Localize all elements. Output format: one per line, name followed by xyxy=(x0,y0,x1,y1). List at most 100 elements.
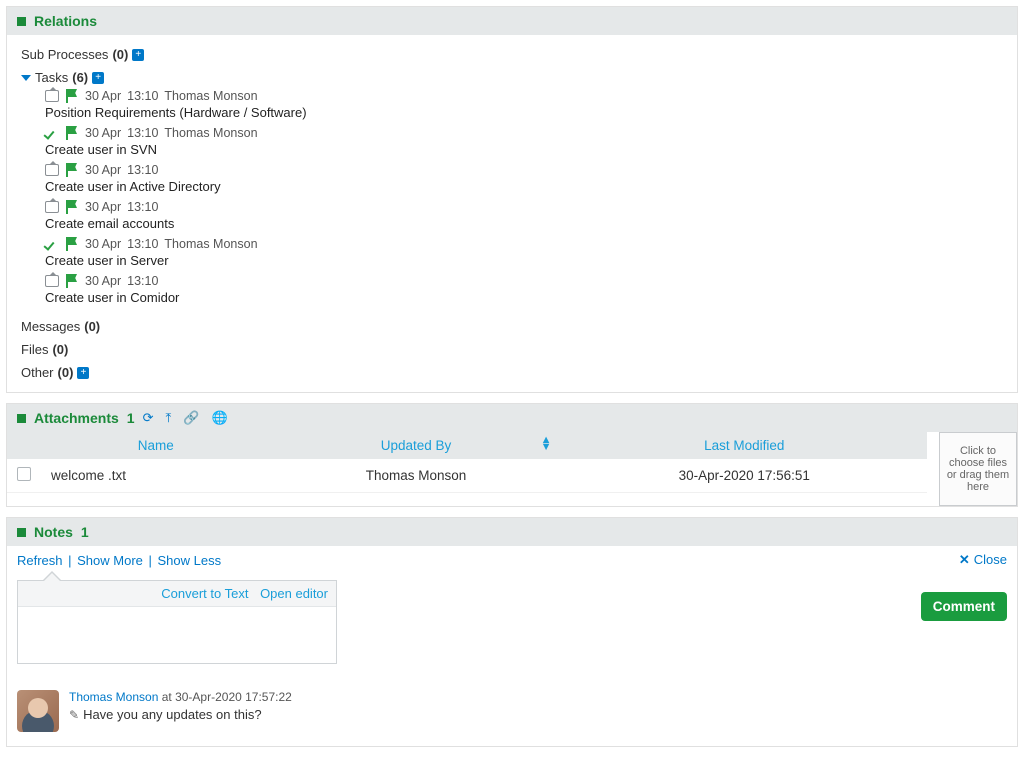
upload-icon[interactable]: ⤒ xyxy=(166,410,172,426)
attachments-title: Attachments xyxy=(34,410,119,426)
task-date: 30 Apr xyxy=(85,200,121,214)
attachments-toolbar: ⟳ ⤒ 🔗 🌐 xyxy=(143,410,228,426)
col-last-modified[interactable]: Last Modified xyxy=(562,432,927,459)
cell-name[interactable]: welcome .txt xyxy=(41,459,270,493)
group-count: (0) xyxy=(58,365,74,380)
refresh-icon[interactable]: ⟳ xyxy=(143,410,154,426)
relations-header[interactable]: Relations xyxy=(7,7,1017,35)
open-editor-link[interactable]: Open editor xyxy=(260,586,328,601)
task-time: 13:10 xyxy=(127,237,158,251)
group-count: (0) xyxy=(52,342,68,357)
notes-title: Notes xyxy=(34,524,73,540)
section-marker-icon xyxy=(17,414,26,423)
sort-icon[interactable]: ▲▼ xyxy=(541,437,552,451)
task-item[interactable]: 30 Apr 13:10 Thomas Monson Position Requ… xyxy=(45,89,1007,120)
table-row[interactable]: welcome .txt Thomas Monson 30-Apr-2020 1… xyxy=(7,459,927,493)
task-time: 13:10 xyxy=(127,200,158,214)
task-date: 30 Apr xyxy=(85,89,121,103)
caret-down-icon[interactable] xyxy=(21,75,31,81)
task-time: 13:10 xyxy=(127,126,158,140)
task-list: 30 Apr 13:10 Thomas Monson Position Requ… xyxy=(45,89,1007,305)
flag-icon xyxy=(65,237,79,251)
col-updated-by[interactable]: Updated By ▲▼ xyxy=(270,432,561,459)
notes-close-link[interactable]: ✕Close xyxy=(959,552,1007,568)
convert-to-text-link[interactable]: Convert to Text xyxy=(161,586,248,601)
notes-show-more-link[interactable]: Show More xyxy=(77,553,157,568)
group-sub-processes: Sub Processes(0) + xyxy=(17,43,1007,66)
attachments-panel: Attachments 1 ⟳ ⤒ 🔗 🌐 Name Updated By xyxy=(6,403,1018,507)
task-status-done-icon xyxy=(45,238,59,250)
group-label[interactable]: Tasks xyxy=(35,70,68,85)
task-time: 13:10 xyxy=(127,274,158,288)
group-label[interactable]: Sub Processes xyxy=(21,47,108,62)
section-marker-icon xyxy=(17,528,26,537)
group-files: Files (0) xyxy=(17,338,1007,361)
group-count: (6) xyxy=(72,70,88,85)
group-label[interactable]: Messages xyxy=(21,319,80,334)
group-label[interactable]: Other xyxy=(21,365,54,380)
avatar[interactable] xyxy=(17,690,59,732)
section-marker-icon xyxy=(17,17,26,26)
task-item[interactable]: 30 Apr 13:10 Create email accounts xyxy=(45,200,1007,231)
notes-links-row: Refresh Show More Show Less ✕Close xyxy=(7,546,1017,574)
note-compose-box: Convert to Text Open editor xyxy=(17,580,337,664)
attachments-body: Name Updated By ▲▼ Last Modified welcome… xyxy=(7,432,1017,506)
task-date: 30 Apr xyxy=(85,126,121,140)
flag-icon xyxy=(65,200,79,214)
task-status-open-icon xyxy=(45,275,59,287)
close-icon: ✕ xyxy=(959,552,970,567)
link-icon[interactable]: 🔗 xyxy=(183,410,199,426)
note-compose-area: Convert to Text Open editor Comment xyxy=(7,574,1017,688)
task-title: Create user in Comidor xyxy=(45,290,1007,305)
task-user: Thomas Monson xyxy=(164,126,257,140)
note-message: ✎Have you any updates on this? xyxy=(69,707,292,722)
task-title: Create user in SVN xyxy=(45,142,1007,157)
task-item[interactable]: 30 Apr 13:10 Create user in Active Direc… xyxy=(45,163,1007,194)
task-user: Thomas Monson xyxy=(164,237,257,251)
task-date: 30 Apr xyxy=(85,163,121,177)
notes-count: 1 xyxy=(81,524,89,540)
notes-refresh-link[interactable]: Refresh xyxy=(17,553,77,568)
attachments-table: Name Updated By ▲▼ Last Modified welcome… xyxy=(7,432,927,493)
group-count: (0) xyxy=(84,319,100,334)
task-title: Create email accounts xyxy=(45,216,1007,231)
notes-panel: Notes 1 Refresh Show More Show Less ✕Clo… xyxy=(6,517,1018,747)
cell-last-modified: 30-Apr-2020 17:56:51 xyxy=(562,459,927,493)
flag-icon xyxy=(65,163,79,177)
attachments-header[interactable]: Attachments 1 ⟳ ⤒ 🔗 🌐 xyxy=(7,404,1017,432)
cell-updated-by: Thomas Monson xyxy=(270,459,561,493)
attachments-count: 1 xyxy=(127,410,135,426)
task-status-done-icon xyxy=(45,127,59,139)
add-task-icon[interactable]: + xyxy=(92,72,104,84)
note-meta: Thomas Monson at 30-Apr-2020 17:57:22 xyxy=(69,690,292,704)
task-date: 30 Apr xyxy=(85,237,121,251)
note-compose-toolbar: Convert to Text Open editor xyxy=(18,581,336,607)
task-item[interactable]: 30 Apr 13:10 Create user in Comidor xyxy=(45,274,1007,305)
group-tasks: Tasks (6) + 30 Apr 13:10 Thomas Monson Po… xyxy=(17,66,1007,315)
relations-title: Relations xyxy=(34,13,97,29)
pencil-icon: ✎ xyxy=(69,708,79,722)
notes-show-less-link[interactable]: Show Less xyxy=(158,553,226,568)
col-name[interactable]: Name xyxy=(41,432,270,459)
relations-body: Sub Processes(0) + Tasks(6) + 30 Apr 13:… xyxy=(7,35,1017,392)
task-time: 13:10 xyxy=(127,89,158,103)
task-title: Create user in Active Directory xyxy=(45,179,1007,194)
add-other-icon[interactable]: + xyxy=(77,367,89,379)
note-textarea[interactable] xyxy=(18,607,336,663)
note-timestamp: 30-Apr-2020 17:57:22 xyxy=(175,690,292,704)
comment-button[interactable]: Comment xyxy=(921,592,1007,621)
group-other: Other (0) + xyxy=(17,361,1007,384)
add-sub-process-icon[interactable]: + xyxy=(132,49,144,61)
group-messages: Messages (0) xyxy=(17,315,1007,338)
task-item[interactable]: 30 Apr 13:10 Thomas Monson Create user i… xyxy=(45,126,1007,157)
group-label[interactable]: Files xyxy=(21,342,48,357)
task-item[interactable]: 30 Apr 13:10 Thomas Monson Create user i… xyxy=(45,237,1007,268)
row-checkbox[interactable] xyxy=(17,467,31,481)
note-user-link[interactable]: Thomas Monson xyxy=(69,690,158,704)
task-status-open-icon xyxy=(45,201,59,213)
file-drop-zone[interactable]: Click to choose files or drag them here xyxy=(939,432,1017,506)
task-time: 13:10 xyxy=(127,163,158,177)
notes-header[interactable]: Notes 1 xyxy=(7,518,1017,546)
globe-icon[interactable]: 🌐 xyxy=(211,410,227,426)
note-entry: Thomas Monson at 30-Apr-2020 17:57:22 ✎H… xyxy=(7,688,1017,746)
